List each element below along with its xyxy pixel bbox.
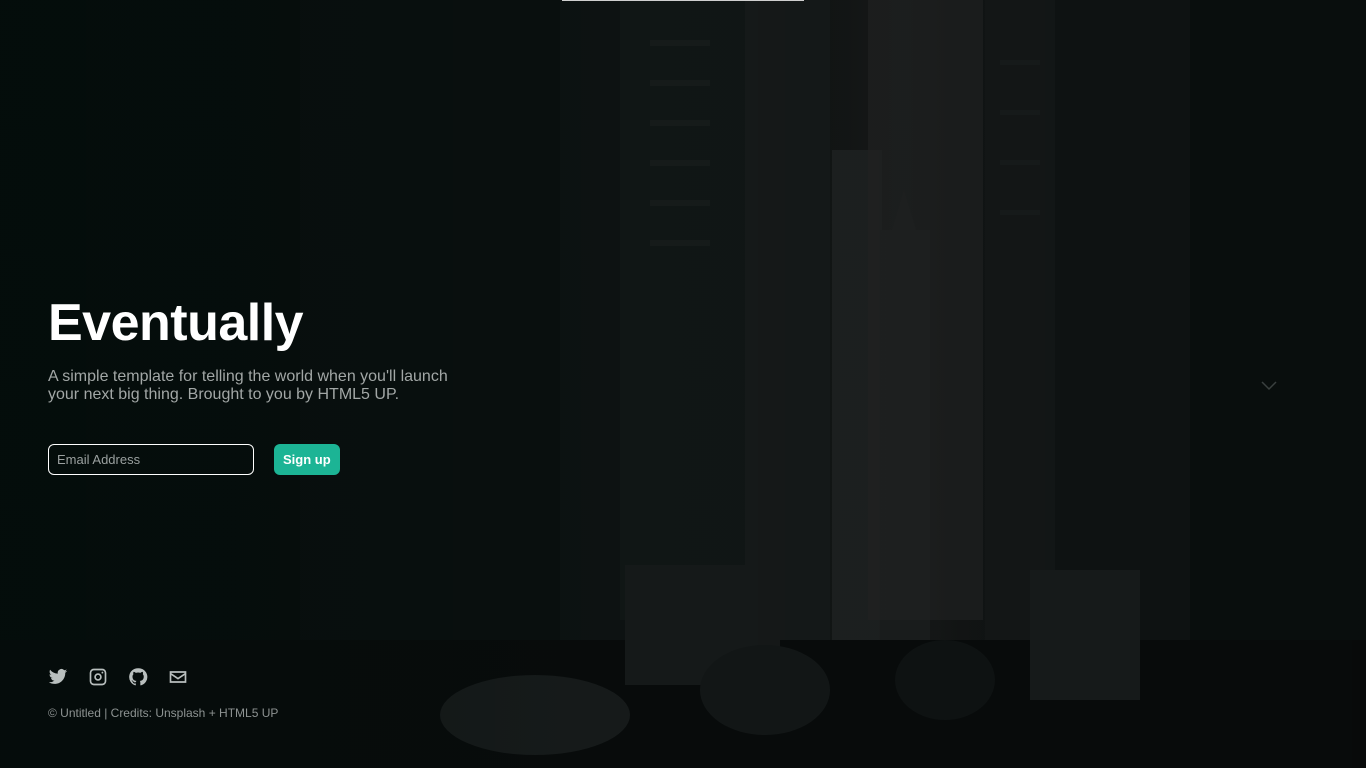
page-title: Eventually [48,294,304,352]
signup-button[interactable]: Sign up [274,444,340,475]
hero: Eventually A simple template for telling… [48,292,548,404]
envelope-icon[interactable] [168,667,188,687]
github-icon[interactable] [128,667,148,687]
top-progress-line [562,0,804,1]
hero-description: A simple template for telling the world … [48,368,448,403]
instagram-icon[interactable] [88,667,108,687]
footer: © Untitled | Credits: Unsplash + HTML5 U… [48,666,278,720]
email-input[interactable] [48,444,254,475]
chevron-down-icon [1261,381,1277,391]
twitter-icon[interactable] [48,667,68,687]
copyright-text: © Untitled | Credits: Unsplash + HTML5 U… [48,706,279,720]
signup-form: Sign up [48,444,340,475]
social-icons [48,666,278,688]
